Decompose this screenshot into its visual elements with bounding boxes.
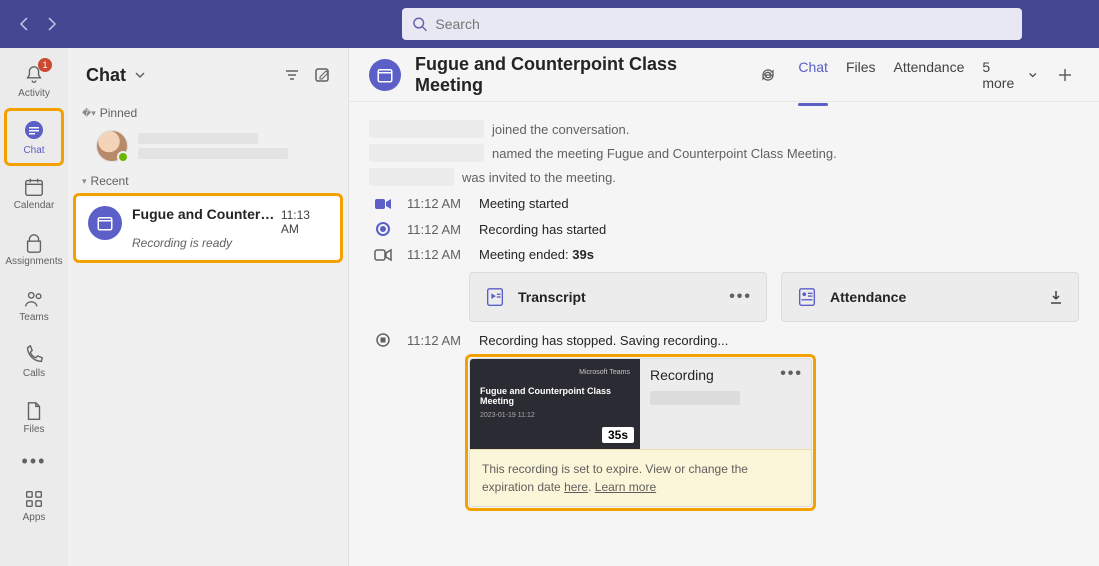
tab-files[interactable]: Files bbox=[846, 59, 876, 105]
expiration-warning: This recording is set to expire. View or… bbox=[470, 449, 811, 506]
calendar-icon bbox=[23, 176, 45, 198]
recording-more-button[interactable]: ••• bbox=[780, 365, 803, 383]
recent-chat-item[interactable]: Fugue and Counterpo... 11:13 AM Recordin… bbox=[76, 196, 340, 260]
rail-calls-label: Calls bbox=[23, 368, 45, 379]
system-message: joined the conversation. bbox=[369, 120, 1079, 138]
attendance-icon bbox=[796, 286, 818, 308]
search-icon bbox=[412, 16, 427, 32]
recording-title: Recording bbox=[650, 367, 801, 383]
activity-badge: 1 bbox=[38, 58, 52, 72]
expiration-here-link[interactable]: here bbox=[564, 480, 588, 494]
meeting-title: Fugue and Counterpoint Class Meeting bbox=[415, 54, 746, 96]
rail-activity-label: Activity bbox=[18, 88, 50, 99]
rail-assignments-label: Assignments bbox=[5, 256, 62, 267]
redacted-preview bbox=[138, 148, 288, 159]
apps-icon bbox=[23, 488, 45, 510]
rail-chat-label: Chat bbox=[23, 145, 44, 156]
rail-files[interactable]: Files bbox=[6, 390, 62, 444]
search-box[interactable] bbox=[402, 8, 1022, 40]
rail-chat[interactable]: Chat bbox=[6, 110, 62, 164]
event-meeting-ended: 11:12 AM Meeting ended: 39s bbox=[369, 247, 1079, 262]
people-icon bbox=[23, 288, 45, 310]
chat-list-title: Chat bbox=[86, 65, 126, 86]
download-button[interactable] bbox=[1048, 289, 1064, 305]
transcript-card[interactable]: Transcript ••• bbox=[469, 272, 767, 322]
rail-activity[interactable]: Activity 1 bbox=[6, 54, 62, 108]
chat-icon bbox=[22, 119, 46, 143]
section-recent[interactable]: ▾Recent bbox=[68, 170, 348, 194]
system-message: was invited to the meeting. bbox=[369, 168, 1079, 186]
record-icon bbox=[369, 221, 397, 237]
event-recording-stopped: 11:12 AM Recording has stopped. Saving r… bbox=[369, 332, 1079, 348]
recent-item-subtitle: Recording is ready bbox=[132, 236, 328, 250]
search-input[interactable] bbox=[435, 16, 1012, 32]
file-icon bbox=[23, 400, 45, 422]
redacted-name bbox=[138, 133, 258, 144]
nav-forward-button[interactable] bbox=[42, 10, 62, 38]
tab-attendance[interactable]: Attendance bbox=[894, 59, 965, 105]
event-recording-started: 11:12 AM Recording has started bbox=[369, 221, 1079, 237]
section-pinned[interactable]: �▾Pinned bbox=[68, 102, 348, 126]
rail-calendar-label: Calendar bbox=[14, 200, 55, 211]
attendance-card[interactable]: Attendance bbox=[781, 272, 1079, 322]
learn-more-link[interactable]: Learn more bbox=[595, 480, 656, 494]
tab-more[interactable]: 5 more bbox=[982, 59, 1037, 105]
tab-chat[interactable]: Chat bbox=[798, 59, 828, 105]
meeting-icon bbox=[369, 59, 401, 91]
video-outline-icon bbox=[369, 248, 397, 262]
system-message: named the meeting Fugue and Counterpoint… bbox=[369, 144, 1079, 162]
rail-calls[interactable]: Calls bbox=[6, 334, 62, 388]
rail-assignments[interactable]: Assignments bbox=[6, 222, 62, 276]
add-tab-button[interactable] bbox=[1051, 61, 1079, 89]
filter-button[interactable] bbox=[284, 67, 300, 83]
video-icon bbox=[369, 197, 397, 211]
app-rail: Activity 1 Chat Calendar Assignments Tea… bbox=[0, 48, 68, 566]
plus-icon bbox=[1057, 67, 1073, 83]
rail-teams-label: Teams bbox=[19, 312, 48, 323]
rail-calendar[interactable]: Calendar bbox=[6, 166, 62, 220]
chevron-down-icon[interactable] bbox=[134, 69, 146, 81]
recording-thumbnail[interactable]: Microsoft Teams Fugue and Counterpoint C… bbox=[470, 359, 640, 449]
event-meeting-started: 11:12 AM Meeting started bbox=[369, 196, 1079, 211]
chat-list-panel: Chat �▾Pinned ▾Recent Fugue a bbox=[68, 48, 349, 566]
pinned-chat-item[interactable] bbox=[68, 126, 348, 170]
content-panel: Fugue and Counterpoint Class Meeting Cha… bbox=[349, 48, 1099, 566]
message-feed: joined the conversation. named the meeti… bbox=[349, 102, 1099, 566]
meeting-avatar-icon bbox=[88, 206, 122, 240]
nav-back-button[interactable] bbox=[14, 10, 34, 38]
title-bar bbox=[0, 0, 1099, 48]
recurring-icon bbox=[760, 67, 776, 83]
backpack-icon bbox=[23, 232, 45, 254]
rail-apps-label: Apps bbox=[23, 512, 46, 523]
rail-apps[interactable]: Apps bbox=[6, 478, 62, 532]
ellipsis-icon: ••• bbox=[22, 451, 47, 472]
card-more-button[interactable]: ••• bbox=[729, 288, 752, 306]
compose-button[interactable] bbox=[314, 67, 330, 83]
recording-card[interactable]: Microsoft Teams Fugue and Counterpoint C… bbox=[469, 358, 812, 507]
recent-item-time: 11:13 AM bbox=[281, 208, 328, 236]
content-header: Fugue and Counterpoint Class Meeting Cha… bbox=[349, 48, 1099, 102]
rail-teams[interactable]: Teams bbox=[6, 278, 62, 332]
chevron-down-icon bbox=[1028, 70, 1038, 80]
phone-icon bbox=[23, 344, 45, 366]
stop-icon bbox=[369, 332, 397, 348]
rail-files-label: Files bbox=[23, 424, 44, 435]
redacted-text bbox=[650, 391, 740, 405]
rail-more[interactable]: ••• bbox=[6, 446, 62, 476]
presence-available-icon bbox=[117, 151, 129, 163]
recent-item-title: Fugue and Counterpo... bbox=[132, 206, 281, 222]
transcript-icon bbox=[484, 286, 506, 308]
recording-duration-badge: 35s bbox=[602, 427, 634, 443]
avatar bbox=[96, 130, 128, 162]
